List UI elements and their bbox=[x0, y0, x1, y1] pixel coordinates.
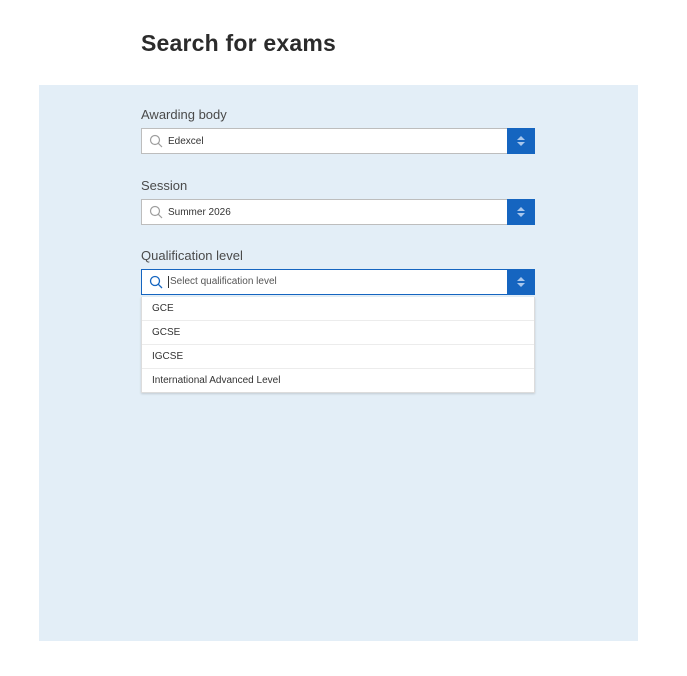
qualification-level-dropdown: GCE GCSE IGCSE International Advanced Le… bbox=[141, 297, 535, 393]
qualification-level-select[interactable] bbox=[141, 269, 535, 295]
sort-arrows-icon bbox=[517, 277, 525, 287]
session-value: Summer 2026 bbox=[168, 206, 231, 218]
dropdown-option-international-advanced-level[interactable]: International Advanced Level bbox=[142, 369, 534, 392]
dropdown-option-gce[interactable]: GCE bbox=[142, 297, 534, 321]
awarding-body-toggle-button[interactable] bbox=[507, 128, 535, 154]
qualification-level-label: Qualification level bbox=[141, 248, 243, 263]
awarding-body-label: Awarding body bbox=[141, 107, 227, 122]
session-select[interactable]: Summer 2026 bbox=[141, 199, 535, 225]
session-toggle-button[interactable] bbox=[507, 199, 535, 225]
session-label: Session bbox=[141, 178, 188, 193]
sort-arrows-icon bbox=[517, 207, 525, 217]
search-icon bbox=[148, 204, 164, 220]
search-icon bbox=[148, 133, 164, 149]
dropdown-option-igcse[interactable]: IGCSE bbox=[142, 345, 534, 369]
dropdown-option-gcse[interactable]: GCSE bbox=[142, 321, 534, 345]
search-icon bbox=[148, 274, 164, 290]
qualification-level-toggle-button[interactable] bbox=[507, 269, 535, 295]
page-title: Search for exams bbox=[141, 30, 336, 56]
awarding-body-select[interactable]: Edexcel bbox=[141, 128, 535, 154]
awarding-body-value: Edexcel bbox=[168, 135, 204, 147]
qualification-level-input[interactable] bbox=[168, 276, 534, 288]
sort-arrows-icon bbox=[517, 136, 525, 146]
